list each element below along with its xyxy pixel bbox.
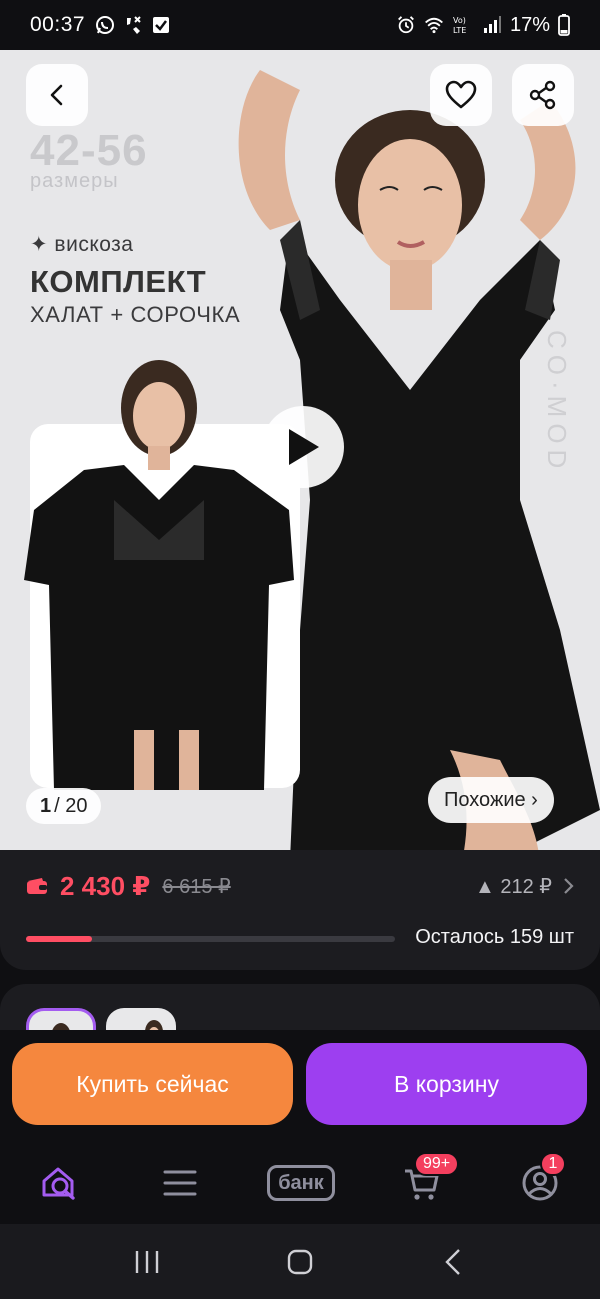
similar-products-button[interactable]: Похожие › [428,777,554,823]
status-time: 00:37 [30,13,86,36]
buy-now-button[interactable]: Купить сейчас [12,1043,293,1125]
share-button[interactable] [512,64,574,126]
profile-badge: 1 [540,1152,566,1176]
wallet-icon [27,878,47,894]
missed-call-icon [123,15,143,35]
play-video-button[interactable] [262,406,344,488]
cart-badge: 99+ [414,1152,460,1176]
image-counter: 1 / 20 [26,788,102,824]
svg-text:Vo): Vo) [453,16,466,25]
recent-apps-button[interactable] [117,1232,177,1292]
product-gallery[interactable]: 42-56 размеры ✦ вискоза КОМПЛЕКТ ХАЛАТ +… [0,50,600,850]
volte-icon: Vo) LTE [452,15,474,35]
current-price: 2 430 ₽ [60,870,151,901]
stock-remaining: Осталось 159 шт [415,926,574,948]
system-navigation-bar [0,1224,600,1299]
bank-label: банк [267,1165,335,1201]
wifi-icon [424,15,444,35]
back-button[interactable] [26,64,88,126]
svg-text:LTE: LTE [453,26,466,35]
price-history-link[interactable]: ▲ 212 ₽ [475,874,574,899]
price-delta: ▲ 212 ₽ [474,875,552,898]
chevron-left-icon [50,84,63,106]
whatsapp-icon [95,15,115,35]
play-icon [289,429,319,465]
checkbox-icon [151,15,171,35]
bottom-navigation: банк 99+ 1 [0,1144,600,1224]
nav-profile[interactable]: 1 [510,1152,570,1208]
home-square-icon [287,1249,313,1274]
home-button[interactable] [270,1232,330,1292]
home-search-icon [42,1167,75,1200]
video-preview-photo [24,360,294,790]
price-card: 2 430 ₽ 6 615 ₽ ▲ 212 ₽ Осталось 159 шт [0,850,600,970]
promo-fabric: ✦ вискоза [30,233,134,256]
system-back-button[interactable] [423,1232,483,1292]
nav-cart[interactable]: 99+ [392,1152,460,1208]
alarm-icon [396,15,416,35]
battery-percent: 17% [509,13,550,36]
signal-icon [482,15,502,35]
battery-icon [558,14,570,36]
status-bar: 00:37 Vo) LTE 17% [0,0,600,50]
promo-title: КОМПЛЕКТ [30,264,207,299]
add-to-cart-button[interactable]: В корзину [306,1043,587,1125]
heart-icon [445,80,477,109]
image-counter-total: / 20 [54,794,88,817]
promo-subtitle: ХАЛАТ + СОРОЧКА [30,302,241,327]
chevron-right-icon [564,878,574,894]
image-counter-current: 1 [40,794,52,817]
nav-home[interactable] [30,1158,90,1208]
promo-sizes: 42-56 [30,126,148,175]
recent-apps-icon [135,1250,158,1273]
old-price: 6 615 ₽ [162,875,231,898]
back-arrow-icon [445,1248,461,1275]
stock-progress-bar [26,936,395,942]
share-icon [529,80,556,110]
favorite-button[interactable] [430,64,492,126]
stock-progress-fill [26,936,93,942]
nav-catalog[interactable] [150,1158,210,1208]
promo-sizes-label: размеры [30,170,119,192]
nav-bank[interactable]: банк [260,1158,342,1208]
purchase-actions: Купить сейчас В корзину [0,1030,600,1144]
menu-icon [163,1170,197,1196]
